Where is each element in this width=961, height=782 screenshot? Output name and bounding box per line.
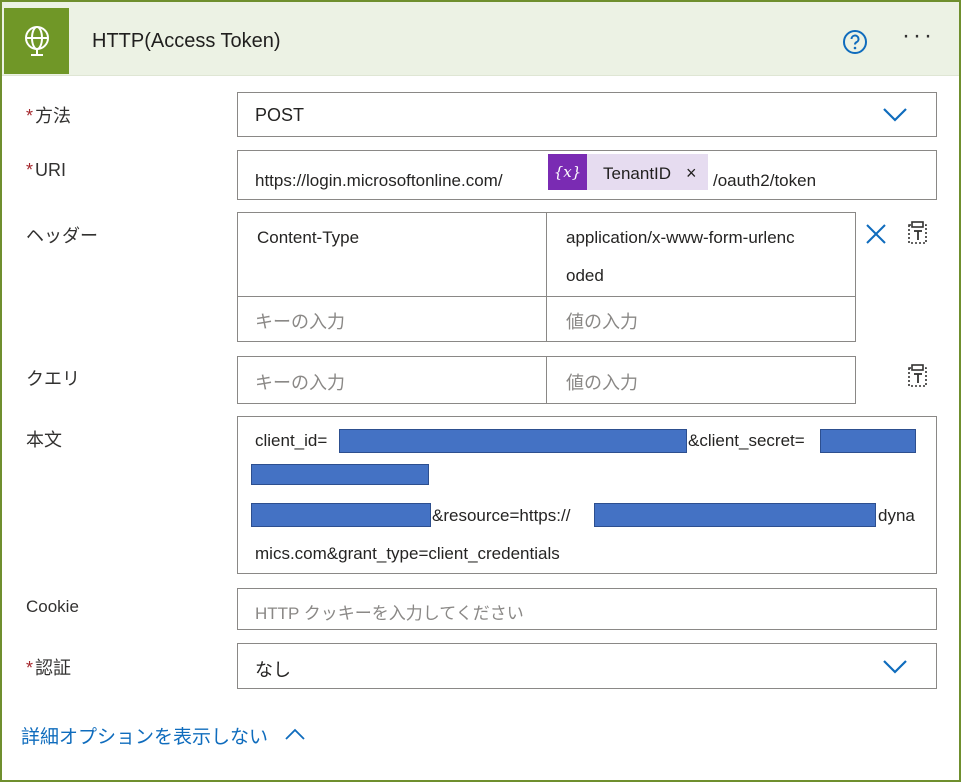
redacted-secret-3 <box>251 503 431 527</box>
query-label: クエリ <box>26 369 80 389</box>
header-value-line2: oded <box>566 266 604 285</box>
chevron-up-icon[interactable] <box>284 727 306 741</box>
key-placeholder: キーの入力 <box>255 373 345 393</box>
hide-advanced-options-link[interactable]: 詳細オプションを表示しない <box>21 722 268 749</box>
help-icon[interactable] <box>842 29 868 55</box>
delete-row-icon[interactable] <box>864 222 888 248</box>
body-textarea[interactable]: client_id= &client_secret= &resource=htt… <box>237 416 937 574</box>
chevron-down-icon <box>883 660 907 674</box>
uri-suffix: /oauth2/token <box>713 171 817 190</box>
auth-value: なし <box>255 660 291 680</box>
uri-label-text: URI <box>35 160 67 180</box>
header-value-line1: application/x-www-form-urlenc <box>566 228 795 247</box>
token-label: TenantID <box>603 164 672 183</box>
method-value: POST <box>255 105 305 125</box>
body-resource: &resource=https:// <box>432 506 571 525</box>
headers-label: ヘッダー <box>26 226 98 246</box>
remove-token-icon[interactable]: × <box>686 163 697 184</box>
header-key-input[interactable]: Content-Type <box>237 212 547 297</box>
query-key-input[interactable]: キーの入力 <box>237 356 547 404</box>
method-dropdown[interactable]: POST <box>237 92 937 137</box>
method-label-text: 方法 <box>35 106 72 126</box>
header-key-empty-input[interactable]: キーの入力 <box>237 296 547 342</box>
body-label: 本文 <box>26 430 62 450</box>
tenantid-token[interactable]: TenantID × <box>587 154 708 190</box>
auth-label-text: 認証 <box>35 658 72 678</box>
redacted-resource <box>594 503 876 527</box>
action-title[interactable]: HTTP(Access Token) <box>92 30 281 53</box>
header-value-input[interactable]: application/x-www-form-urlenc oded <box>546 212 856 297</box>
variable-icon: {x} <box>548 154 587 190</box>
redacted-client-id <box>339 429 687 453</box>
header-key-value: Content-Type <box>257 228 360 247</box>
body-client-secret: &client_secret= <box>688 431 805 450</box>
auth-dropdown[interactable]: なし <box>237 643 937 689</box>
uri-label: * URI <box>26 160 66 181</box>
method-label: * 方法 <box>26 102 71 128</box>
text-mode-icon[interactable] <box>906 363 930 389</box>
required-mark: * <box>26 160 34 180</box>
redacted-secret-2 <box>251 464 429 485</box>
chevron-down-icon <box>883 108 907 122</box>
cookie-placeholder: HTTP クッキーを入力してください <box>255 604 524 623</box>
body-client-id: client_id= <box>255 431 328 450</box>
uri-input[interactable]: https://login.microsoftonline.com/ {x} T… <box>237 150 937 200</box>
required-mark: * <box>26 658 34 678</box>
auth-label: * 認証 <box>26 654 71 680</box>
cookie-input[interactable]: HTTP クッキーを入力してください <box>237 588 937 630</box>
text-mode-icon[interactable] <box>906 220 930 246</box>
query-value-input[interactable]: 値の入力 <box>546 356 856 404</box>
http-action-card: HTTP(Access Token) ··· * 方法 POST * URI htt… <box>0 0 961 782</box>
card-header[interactable]: HTTP(Access Token) ··· <box>2 2 959 76</box>
uri-prefix: https://login.microsoftonline.com/ <box>255 171 503 190</box>
value-placeholder: 値の入力 <box>566 312 638 332</box>
value-placeholder: 値の入力 <box>566 373 638 393</box>
key-placeholder: キーの入力 <box>255 312 345 332</box>
more-options-icon[interactable]: ··· <box>902 24 935 48</box>
header-value-empty-input[interactable]: 値の入力 <box>546 296 856 342</box>
body-grant-type: mics.com&grant_type=client_credentials <box>255 544 560 563</box>
redacted-secret-1 <box>820 429 916 453</box>
cookie-label: Cookie <box>26 597 79 616</box>
body-dyna: dyna <box>878 506 915 525</box>
required-mark: * <box>26 106 34 126</box>
http-globe-icon <box>4 8 69 74</box>
